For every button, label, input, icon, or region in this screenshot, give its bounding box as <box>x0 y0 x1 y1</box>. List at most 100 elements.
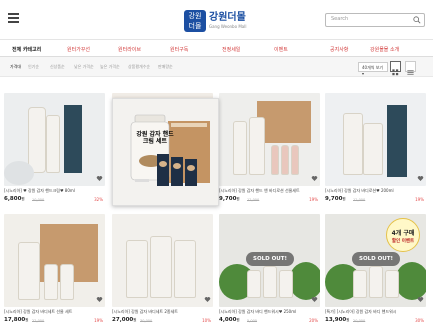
sort-select-label: 40개씩 보기 <box>362 65 384 70</box>
nav-item[interactable]: 이벤트 <box>274 46 288 53</box>
product-tube <box>46 115 60 173</box>
currency-unit: 원 <box>236 197 240 201</box>
category-nav: 전체 카테고리 원터가꾸선 원터라이브 원터구독 전정세일 이벤트 공지사항 강원몰몰 소개 <box>0 40 433 57</box>
wishlist-heart-icon[interactable] <box>96 296 103 303</box>
wishlist-heart-icon[interactable] <box>311 296 318 303</box>
original-price: 22,000 <box>32 319 45 323</box>
menu-icon[interactable] <box>8 13 19 23</box>
nav-item[interactable]: 원터구독 <box>170 46 188 53</box>
logo-mark-text: 강원 더몰 <box>188 12 202 30</box>
grid-view-button[interactable] <box>390 61 401 76</box>
product-bottle <box>385 270 399 298</box>
product-tube <box>28 107 46 173</box>
product-card[interactable]: [시노리아] 강원 감자 바디로션♥ 200ml 9,700원 12,000 19% <box>325 93 426 205</box>
search-placeholder: Search <box>331 16 349 22</box>
product-name[interactable]: [특가] [시노리아] 강원 감자 바디 핸드워시 <box>325 309 426 315</box>
product-box <box>64 105 82 173</box>
filter-bar: 40개씩 보기 ▾ 가격대 인기순 신상품순 낮은 가격순 높은 가격순 상품평개수순 판매… <box>0 57 433 77</box>
product-image[interactable] <box>325 93 426 186</box>
product-name[interactable]: [시노리아] 강원 감자 바디로션♥ 200ml <box>325 188 426 194</box>
product-image[interactable] <box>4 214 105 307</box>
logo-mark: 강원 더몰 <box>184 10 206 32</box>
nav-item[interactable]: 전정세일 <box>222 46 240 53</box>
product-name[interactable]: [시노리아] ♥ 강원 감자 핸드크림♥ 80ml <box>4 188 105 194</box>
list-view-button[interactable] <box>405 61 416 75</box>
product-bottle <box>150 236 172 298</box>
product-name[interactable]: [시노리아] 강원 감자 바디 핸드워시♥ 250ml <box>219 309 320 315</box>
soldout-label: SOLD OUT! <box>246 252 294 266</box>
discount-rate: 19% <box>309 197 318 202</box>
product-bottle <box>233 121 247 175</box>
currency-unit: 원 <box>342 197 346 201</box>
product-bottle <box>249 117 265 175</box>
product-image[interactable]: SOLD OUT! <box>219 214 320 307</box>
original-price: 30,000 <box>140 319 153 323</box>
site-logo[interactable]: 강원 더몰 강원더몰 Gang Weonbo Mall <box>184 8 246 34</box>
product-bottle <box>343 113 363 175</box>
product-box <box>257 101 311 143</box>
product-image[interactable] <box>4 93 105 186</box>
site-header: 강원 더몰 강원더몰 Gang Weonbo Mall Search <box>0 0 433 40</box>
nav-item[interactable]: 전체 카테고리 <box>12 46 41 53</box>
discount-rate: 20% <box>309 318 318 323</box>
nav-item[interactable]: 원터가꾸선 <box>67 46 90 53</box>
price-value: 17,800 <box>4 317 26 323</box>
product-name[interactable]: [시노리아] 강원 감자 핸드 앤 바디로션 선물세트 <box>219 188 320 194</box>
wishlist-heart-icon[interactable] <box>417 175 424 182</box>
product-card[interactable]: SOLD OUT! [시노리아] 강원 감자 바디 핸드워시♥ 250ml 4,00… <box>219 214 320 326</box>
product-name[interactable]: [시노리아] 강원 감자 바디세트 선물 세트 <box>4 309 105 315</box>
discount-rate: 32% <box>94 197 103 202</box>
filter-option[interactable]: 신상품순 <box>50 64 65 70</box>
nav-item[interactable]: 원터라이브 <box>118 46 141 53</box>
wishlist-heart-icon[interactable] <box>204 296 211 303</box>
product-image[interactable]: SOLD OUT! 4개 구매 할인 이벤트 <box>325 214 426 307</box>
product-image[interactable] <box>112 214 213 307</box>
filter-option[interactable]: 판매량순 <box>158 64 173 70</box>
nav-item[interactable]: 공지사항 <box>330 46 348 53</box>
wishlist-heart-icon[interactable] <box>96 175 103 182</box>
product-price: 9,700원 <box>219 196 240 202</box>
filter-option[interactable]: 상품평개수순 <box>128 64 150 70</box>
product-card[interactable]: [시노리아] 강원 감자 바디세트 선물 세트 17,800원 22,000 19% <box>4 214 105 326</box>
fabric <box>4 161 34 185</box>
product-image[interactable] <box>219 93 320 186</box>
product-card[interactable]: [시노리아] ♥ 강원 감자 핸드크림♥ 80ml 6,800원 10,000 32% <box>4 93 105 205</box>
wishlist-heart-icon[interactable] <box>417 296 424 303</box>
filter-option[interactable]: 가격대 <box>10 64 21 70</box>
nav-item[interactable]: 강원몰몰 소개 <box>370 46 399 53</box>
product-bottle <box>60 264 74 300</box>
product-card[interactable]: [시노리아] 강원 감자 바디세트 2종세트 27,000원 30,000 10% <box>112 214 213 326</box>
product-preview-overlay[interactable]: 강원 감자 핸드크림 세트 <box>112 98 219 206</box>
search-input[interactable]: Search <box>325 13 425 27</box>
product-price: 27,000원 <box>112 317 136 323</box>
price-value: 27,000 <box>112 317 134 323</box>
wishlist-heart-icon[interactable] <box>311 175 318 182</box>
product-tube <box>291 145 299 175</box>
product-bottle <box>247 270 261 298</box>
product-bottle <box>279 270 293 298</box>
product-bottle <box>369 266 383 298</box>
plant <box>289 262 320 300</box>
product-name[interactable]: [시노리아] 강원 감자 바디세트 2종세트 <box>112 309 213 315</box>
product-bottle <box>44 264 58 300</box>
product-price: 13,900원 <box>325 317 349 323</box>
overlay-product-image <box>113 99 218 205</box>
original-price: 10,000 <box>32 198 45 202</box>
price-value: 13,900 <box>325 317 347 323</box>
product-card[interactable]: [시노리아] 강원 감자 핸드 앤 바디로션 선물세트 9,700원 12,000 1… <box>219 93 320 205</box>
currency-unit: 원 <box>236 318 240 322</box>
original-price: 12,000 <box>353 198 366 202</box>
original-price: 20,000 <box>353 319 366 323</box>
currency-unit: 원 <box>346 318 350 322</box>
product-tube <box>281 145 289 175</box>
product-card[interactable]: SOLD OUT! 4개 구매 할인 이벤트 [특가] [시노리아] 강원 감자 바디… <box>325 214 426 326</box>
sort-select[interactable]: 40개씩 보기 ▾ <box>358 62 388 76</box>
filter-option[interactable]: 낮은 가격순 <box>74 64 94 70</box>
product-tube <box>271 145 279 175</box>
plant <box>395 262 426 300</box>
search-icon[interactable] <box>413 16 421 24</box>
soldout-label: SOLD OUT! <box>352 252 400 266</box>
filter-option[interactable]: 높은 가격순 <box>100 64 120 70</box>
filter-option[interactable]: 인기순 <box>28 64 39 70</box>
price-value: 9,700 <box>325 196 343 202</box>
